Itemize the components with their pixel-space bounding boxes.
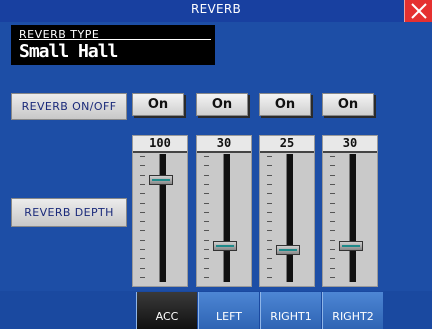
fader-tick	[267, 230, 272, 232]
tab-left[interactable]: LEFT	[198, 292, 259, 329]
fader-tick	[330, 239, 335, 241]
fader-track	[159, 154, 166, 282]
fader-thumb[interactable]	[339, 240, 363, 251]
fader-tick	[267, 239, 272, 241]
fader-tick	[140, 174, 145, 176]
fader-tick	[140, 211, 145, 213]
reverb-depth-label: REVERB DEPTH	[24, 206, 114, 219]
fader-tick	[330, 249, 335, 250]
tab-right1-label: RIGHT1	[270, 310, 312, 323]
fader-tick	[204, 221, 209, 223]
fader-tick	[140, 202, 145, 204]
fader-tick	[204, 267, 209, 269]
fader-tick	[267, 193, 272, 195]
fader-tick	[204, 258, 209, 260]
close-icon	[411, 3, 427, 19]
fader-tick	[204, 239, 209, 241]
fader-tick	[267, 202, 272, 204]
fader-tick	[330, 267, 335, 269]
fader-tick	[267, 249, 272, 250]
fader-tick	[330, 211, 335, 213]
tab-right1[interactable]: RIGHT1	[260, 292, 321, 329]
reverb-type-value: Small Hall	[19, 41, 118, 62]
tab-right2[interactable]: RIGHT2	[322, 292, 383, 329]
reverb-type-display[interactable]: REVERB TYPE Small Hall	[11, 25, 215, 65]
fader-tick	[330, 183, 335, 185]
fader-tick	[330, 165, 335, 167]
depth-value-left: 30	[197, 136, 251, 153]
on-button-acc[interactable]: On	[132, 93, 184, 116]
fader-tick	[204, 202, 209, 204]
fader-tick	[267, 165, 272, 167]
on-button-right2[interactable]: On	[322, 93, 374, 116]
fader-tick	[330, 258, 335, 260]
fader-tick	[204, 165, 209, 167]
depth-value-acc: 100	[133, 136, 187, 153]
fader-tick	[140, 156, 145, 157]
fader-tick	[140, 183, 145, 185]
fader-tick	[267, 221, 272, 223]
fader-tick	[330, 221, 335, 223]
fader-tick	[330, 276, 335, 278]
fader-tick	[140, 276, 145, 278]
depth-fader-left[interactable]: 30	[196, 135, 252, 287]
on-button-right1[interactable]: On	[259, 93, 311, 116]
depth-fader-acc[interactable]: 100	[132, 135, 188, 287]
depth-fader-right2[interactable]: 30	[322, 135, 378, 287]
fader-tick	[140, 221, 145, 223]
fader-tick	[267, 156, 272, 157]
fader-tick	[267, 276, 272, 278]
depth-value-right2: 30	[323, 136, 377, 153]
fader-tick	[267, 211, 272, 213]
fader-tick	[267, 258, 272, 260]
fader-tick	[330, 174, 335, 176]
fader-tick	[267, 267, 272, 269]
fader-track	[349, 154, 356, 282]
fader-tick	[204, 211, 209, 213]
on-button-left[interactable]: On	[196, 93, 248, 116]
tab-acc-label: ACC	[155, 310, 179, 323]
fader-track	[223, 154, 230, 282]
fader-thumb[interactable]	[149, 174, 173, 185]
fader-tick	[330, 156, 335, 157]
depth-value-right1: 25	[260, 136, 314, 153]
fader-tick	[140, 193, 145, 195]
fader-tick	[204, 230, 209, 232]
fader-tick	[330, 230, 335, 232]
fader-thumb[interactable]	[213, 240, 237, 251]
tab-acc[interactable]: ACC	[136, 292, 197, 329]
fader-tick	[204, 174, 209, 176]
reverb-onoff-button[interactable]: REVERB ON/OFF	[11, 93, 127, 120]
fader-tick	[330, 202, 335, 204]
fader-tick	[140, 230, 145, 232]
fader-tick	[140, 165, 145, 167]
fader-tick	[330, 193, 335, 195]
fader-tick	[140, 239, 145, 241]
depth-fader-right1[interactable]: 25	[259, 135, 315, 287]
tab-right2-label: RIGHT2	[332, 310, 374, 323]
tab-left-label: LEFT	[216, 310, 242, 323]
window-title: REVERB	[190, 2, 242, 16]
fader-tick	[267, 183, 272, 185]
fader-tick	[140, 258, 145, 260]
fader-tick	[204, 276, 209, 278]
fader-tick	[140, 267, 145, 269]
reverb-depth-button[interactable]: REVERB DEPTH	[11, 198, 127, 227]
fader-track	[286, 154, 293, 282]
close-button[interactable]	[404, 0, 432, 22]
fader-tick	[204, 156, 209, 157]
fader-thumb[interactable]	[276, 245, 300, 256]
fader-tick	[204, 183, 209, 185]
fader-tick	[140, 249, 145, 250]
divider	[19, 39, 211, 40]
fader-tick	[204, 249, 209, 250]
title-bar: REVERB	[0, 0, 432, 22]
reverb-onoff-label: REVERB ON/OFF	[21, 100, 117, 113]
fader-tick	[267, 174, 272, 176]
fader-tick	[204, 193, 209, 195]
